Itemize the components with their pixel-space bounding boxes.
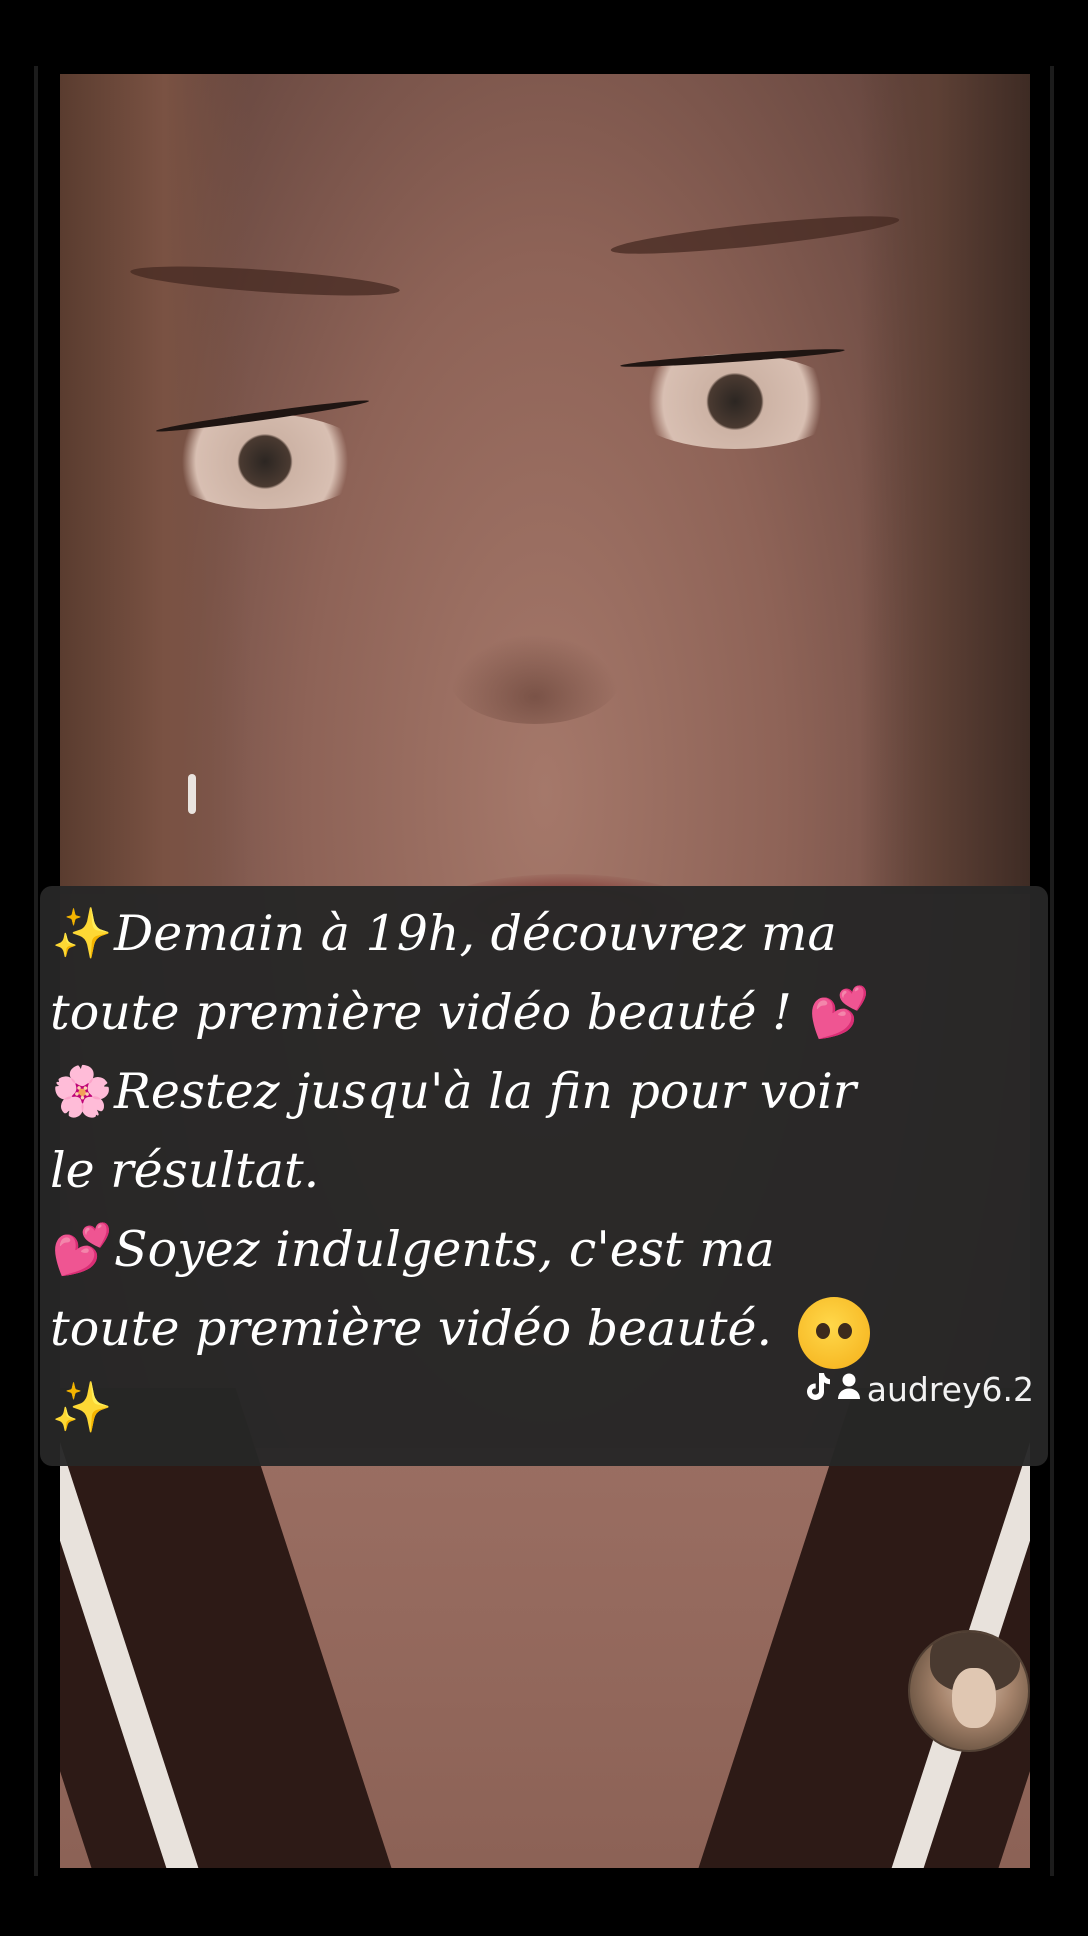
person-icon bbox=[837, 1372, 861, 1408]
caption-text: le résultat. bbox=[50, 1142, 320, 1199]
caption-text: toute première vidéo beauté ! bbox=[50, 984, 808, 1041]
caption-line-4: le résultat. bbox=[50, 1131, 1040, 1210]
caption-text: Restez jusqu'à la fin pour voir bbox=[114, 1063, 857, 1120]
cherry-blossom-icon: 🌸 bbox=[51, 1063, 113, 1120]
hair-right bbox=[860, 74, 1030, 894]
caption-box: ✨Demain à 19h, découvrez ma toute premiè… bbox=[40, 886, 1048, 1466]
caption-text: Soyez indulgents, c'est ma bbox=[114, 1221, 775, 1278]
caption-line-3: 🌸Restez jusqu'à la fin pour voir bbox=[50, 1052, 1040, 1131]
creator-avatar[interactable] bbox=[908, 1630, 1030, 1752]
watermark-username: audrey6.2 bbox=[866, 1370, 1034, 1409]
sparkles-icon: ✨ bbox=[51, 1379, 113, 1436]
earring bbox=[188, 774, 196, 814]
avatar-face bbox=[952, 1668, 996, 1728]
caption-line-5: 💕Soyez indulgents, c'est ma bbox=[50, 1210, 1040, 1289]
sparkles-icon: ✨ bbox=[51, 905, 113, 962]
tiktok-icon bbox=[805, 1371, 831, 1409]
watermark[interactable]: audrey6.2 bbox=[805, 1370, 1034, 1409]
caption-line-6: toute première vidéo beauté. bbox=[50, 1289, 1040, 1369]
caption-text: Demain à 19h, découvrez ma bbox=[114, 905, 837, 962]
right-frame-edge bbox=[1050, 66, 1054, 1876]
two-hearts-icon: 💕 bbox=[51, 1221, 113, 1278]
caption-line-1: ✨Demain à 19h, découvrez ma bbox=[50, 894, 1040, 973]
caption-text: toute première vidéo beauté. bbox=[50, 1300, 788, 1357]
nose bbox=[450, 634, 620, 724]
right-eye bbox=[625, 354, 845, 449]
left-frame-edge bbox=[34, 66, 38, 1876]
right-eyebrow bbox=[609, 208, 901, 262]
caption-line-2: toute première vidéo beauté ! 💕 bbox=[50, 973, 1040, 1052]
two-hearts-icon: 💕 bbox=[808, 984, 870, 1041]
pleading-face-icon bbox=[797, 1296, 870, 1369]
